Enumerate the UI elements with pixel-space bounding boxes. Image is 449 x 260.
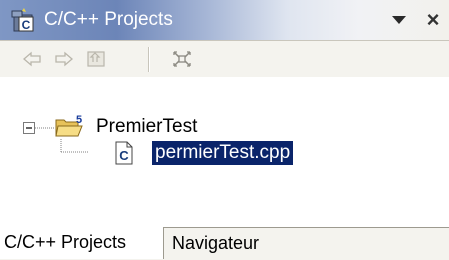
- tree-node-file[interactable]: permierTest.cpp: [152, 141, 294, 165]
- view-menu-triangle-icon[interactable]: [387, 8, 411, 32]
- project-tree: 5 PremierTest C permierTest.cpp: [0, 77, 449, 220]
- collapse-all-icon[interactable]: [170, 48, 194, 70]
- svg-text:5: 5: [76, 114, 82, 126]
- tab-navigateur[interactable]: Navigateur: [168, 228, 263, 259]
- view-title: C/C++ Projects: [44, 9, 173, 30]
- project-folder-icon: 5: [54, 114, 84, 140]
- toolbar-separator: [148, 47, 150, 72]
- svg-text:C: C: [119, 148, 129, 163]
- view-tab-strip: C/C++ Projects Navigateur: [0, 227, 449, 260]
- close-icon[interactable]: ×: [420, 7, 446, 33]
- tab-cpp-projects[interactable]: C/C++ Projects: [0, 227, 164, 259]
- cpp-file-icon: C: [113, 141, 135, 165]
- cpp-projects-icon: C: [10, 6, 38, 34]
- svg-text:C: C: [22, 18, 31, 32]
- view-title-bar[interactable]: C C/C++ Projects ×: [0, 0, 449, 41]
- forward-arrow-icon[interactable]: [52, 48, 76, 70]
- back-arrow-icon[interactable]: [20, 48, 44, 70]
- up-folder-icon[interactable]: [84, 48, 108, 70]
- view-toolbar: [0, 41, 449, 77]
- tree-expand-toggle[interactable]: [22, 121, 36, 135]
- tree-node-project[interactable]: PremierTest: [96, 115, 197, 139]
